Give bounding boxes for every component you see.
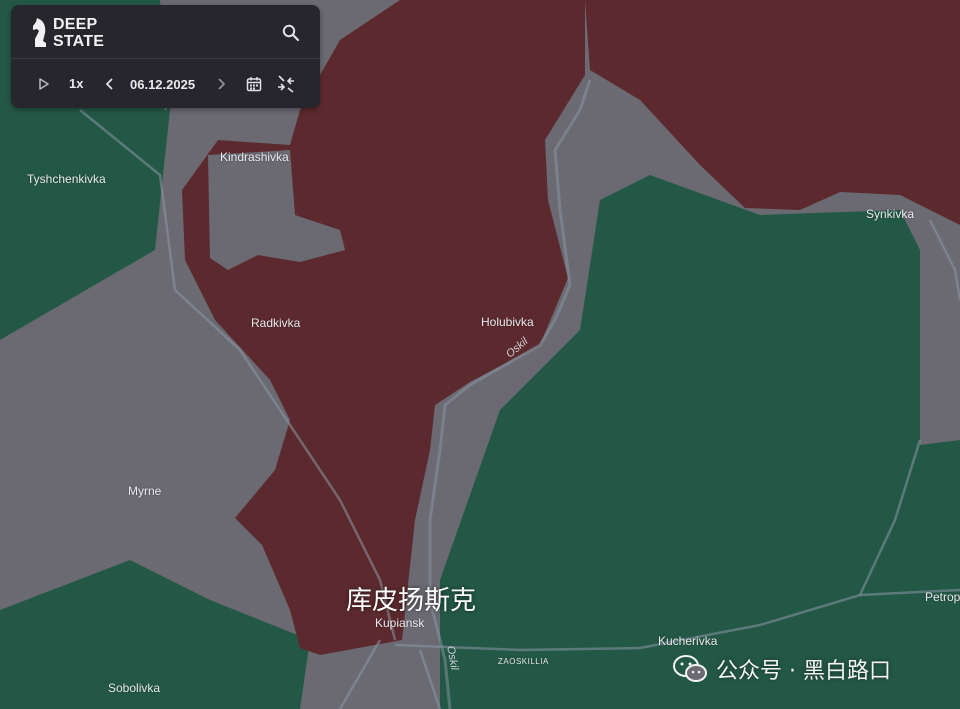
place-label-synkivka: Synkivka	[866, 207, 915, 221]
deepstate-logo[interactable]: DEEP STATE	[31, 14, 121, 54]
play-button[interactable]	[35, 75, 53, 93]
place-label-zaoskillia: ZAOSKILLIA	[498, 657, 549, 666]
place-label-sobolivka: Sobolivka	[108, 681, 161, 695]
chevron-left-icon	[105, 78, 113, 90]
logo-line-1: DEEP	[53, 16, 98, 33]
wechat-icon	[673, 655, 707, 682]
calendar-icon	[246, 77, 262, 92]
collapse-icon	[278, 75, 294, 93]
place-label-petrop: Petrop	[925, 590, 960, 604]
search-button[interactable]	[277, 19, 305, 47]
chevron-right-icon	[218, 78, 226, 90]
watermark-text: 公众号 · 黑白路口	[716, 659, 891, 684]
knight-logo-icon	[33, 18, 46, 47]
search-icon	[282, 24, 300, 42]
panel-divider	[11, 58, 320, 59]
calendar-button[interactable]	[243, 74, 265, 94]
place-label-myrne: Myrne	[128, 484, 162, 498]
map-view[interactable]: Kindrashivka Tyshchenkivka Synkivka Radk…	[0, 0, 960, 709]
place-label-holubivka: Holubivka	[481, 315, 534, 329]
compare-button[interactable]	[275, 74, 297, 94]
date-display[interactable]: 06.12.2025	[130, 77, 195, 92]
previous-day-button[interactable]	[101, 75, 119, 93]
control-panel: DEEP STATE 1x 06.12.2025	[11, 5, 320, 108]
place-label-kucherivka: Kucherivka	[658, 634, 718, 648]
place-label-tyshchenkivka: Tyshchenkivka	[27, 172, 106, 186]
logo-line-2: STATE	[53, 33, 105, 50]
city-overlay-label: 库皮扬斯克	[346, 586, 477, 616]
place-label-radkivka: Radkivka	[251, 316, 301, 330]
next-day-button[interactable]	[212, 75, 230, 93]
play-icon	[39, 78, 49, 90]
place-label-kindrashivka: Kindrashivka	[220, 150, 289, 164]
place-label-kupiansk: Kupiansk	[375, 616, 425, 630]
watermark: 公众号 · 黑白路口	[672, 653, 891, 685]
speed-selector[interactable]: 1x	[69, 76, 83, 91]
